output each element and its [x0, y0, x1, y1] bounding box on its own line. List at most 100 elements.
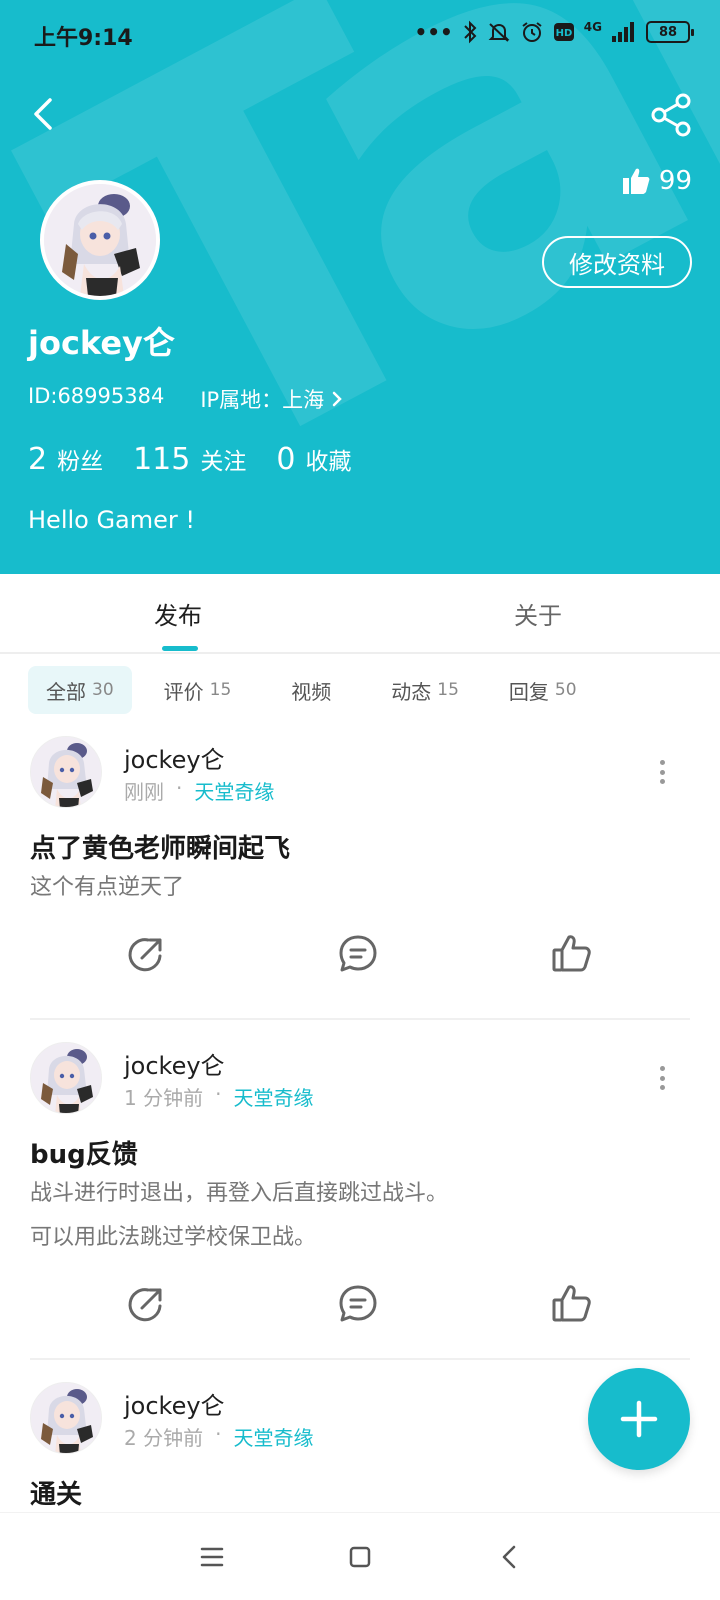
battery-icon: 88: [646, 21, 694, 43]
chip-label: 评价: [163, 679, 204, 704]
chevron-right-icon: [332, 391, 342, 407]
post-meta: 刚刚 · 天堂奇缘: [124, 776, 274, 805]
avatar[interactable]: [40, 180, 160, 300]
more-vertical-icon: [659, 769, 665, 775]
post-game-link[interactable]: 天堂奇缘: [233, 1082, 313, 1111]
post-game-link[interactable]: 天堂奇缘: [233, 1422, 313, 1451]
stat-number: 0: [276, 442, 296, 477]
thumbs-up-icon[interactable]: [550, 1282, 594, 1326]
post-avatar[interactable]: [30, 1382, 102, 1454]
stat-favorites[interactable]: 0 收藏: [276, 442, 351, 477]
chevron-left-icon: [34, 98, 52, 130]
comment-icon[interactable]: [336, 932, 380, 976]
chip-label: 回复: [508, 679, 549, 704]
post-title: 通关: [30, 1480, 83, 1510]
repost-icon[interactable]: [124, 1282, 168, 1326]
alarm-icon: [522, 22, 542, 42]
edit-profile-button[interactable]: 修改资料: [542, 236, 692, 288]
likes-count: 99: [658, 166, 692, 196]
filter-videos[interactable]: 视频: [263, 666, 359, 714]
bluetooth-icon: [464, 20, 477, 44]
stat-number: 115: [133, 442, 191, 477]
post-divider: [30, 1018, 690, 1020]
post-author[interactable]: jockey仑: [124, 740, 225, 775]
plus-icon: [620, 1400, 658, 1438]
stat-number: 2: [28, 442, 48, 477]
filter-moments[interactable]: 动态 15: [373, 666, 477, 714]
stats-row: 2 粉丝 115 关注 0 收藏: [28, 442, 351, 477]
network-type: 4G: [583, 20, 602, 34]
tab-indicator: [162, 646, 198, 651]
chip-count: 15: [209, 680, 232, 700]
post-title: 点了黄色老师瞬间起飞: [30, 834, 291, 864]
more-vertical-icon: [659, 1075, 665, 1081]
stat-followers[interactable]: 2 粉丝: [28, 442, 103, 477]
back-button[interactable]: [24, 92, 68, 136]
likes-counter[interactable]: 99: [621, 166, 692, 196]
hd-icon: HD: [553, 23, 574, 41]
user-id: ID:68995384: [28, 384, 165, 408]
more-vertical-icon: [659, 760, 665, 765]
stat-label: 粉丝: [57, 449, 104, 475]
post-time: 1 分钟前: [124, 1086, 204, 1110]
thumbs-up-icon: [622, 168, 650, 194]
post-meta: 2 分钟前 · 天堂奇缘: [124, 1422, 313, 1451]
repost-icon[interactable]: [124, 932, 168, 976]
stat-following[interactable]: 115 关注: [133, 442, 246, 477]
post-author[interactable]: jockey仑: [124, 1386, 225, 1421]
avatar-image: [31, 1383, 102, 1454]
more-dots-icon: •••: [414, 20, 453, 44]
chip-count: 30: [92, 680, 114, 700]
more-button[interactable]: [652, 754, 672, 790]
thumbs-up-icon[interactable]: [550, 932, 594, 976]
meta-separator: ·: [215, 1082, 222, 1106]
battery-level: 88: [658, 24, 678, 40]
menu-icon[interactable]: [192, 1537, 232, 1577]
home-square-icon[interactable]: [340, 1537, 380, 1577]
filter-replies[interactable]: 回复 50: [491, 666, 595, 714]
add-post-button[interactable]: [588, 1368, 690, 1470]
status-time: 上午9:14: [34, 26, 133, 51]
meta-separator: ·: [176, 776, 183, 800]
more-vertical-icon: [659, 779, 665, 784]
bell-muted-icon: [488, 23, 510, 42]
chip-label: 视频: [291, 679, 332, 704]
tab-posts[interactable]: 发布: [154, 596, 202, 631]
stat-label: 关注: [200, 449, 247, 475]
status-icons: ••• HD 4G 88: [414, 20, 694, 44]
filter-reviews[interactable]: 评价 15: [146, 666, 250, 714]
post-avatar[interactable]: [30, 736, 102, 808]
post-title: bug反馈: [30, 1140, 138, 1170]
ip-location-link[interactable]: IP属地：上海: [200, 384, 344, 414]
post-avatar[interactable]: [30, 1042, 102, 1114]
post-body-line: 这个有点逆天了: [30, 875, 185, 900]
chip-count: 50: [554, 680, 577, 700]
nav-back-icon[interactable]: [490, 1537, 530, 1577]
avatar-image: [44, 184, 156, 296]
stat-label: 收藏: [305, 449, 352, 475]
more-vertical-icon: [659, 1066, 665, 1071]
avatar-image: [31, 1043, 102, 1114]
filter-all[interactable]: 全部 30: [28, 666, 132, 714]
post-divider: [30, 1358, 690, 1360]
id-line: ID:68995384 IP属地：上海: [28, 384, 344, 414]
more-button[interactable]: [652, 1060, 672, 1096]
post-time: 刚刚: [124, 780, 164, 804]
bio: Hello Gamer !: [28, 506, 196, 534]
more-vertical-icon: [659, 1085, 665, 1090]
post-time: 2 分钟前: [124, 1426, 204, 1450]
system-nav-bar: [0, 1512, 720, 1600]
svg-text:HD: HD: [555, 28, 572, 39]
profile-header: TapTap 上午9:14 ••• HD 4G 88 99: [0, 0, 720, 574]
meta-separator: ·: [215, 1422, 222, 1446]
tab-about[interactable]: 关于: [514, 596, 562, 631]
share-icon: [651, 93, 691, 137]
post-game-link[interactable]: 天堂奇缘: [194, 776, 274, 805]
chip-label: 全部: [46, 679, 86, 704]
ip-location: IP属地：上海: [200, 388, 325, 412]
share-button[interactable]: [648, 92, 694, 138]
comment-icon[interactable]: [336, 1282, 380, 1326]
post-author[interactable]: jockey仑: [124, 1046, 225, 1081]
chip-count: 15: [437, 680, 459, 700]
post-body-line: 战斗进行时退出，再登入后直接跳过战斗。: [30, 1181, 449, 1206]
